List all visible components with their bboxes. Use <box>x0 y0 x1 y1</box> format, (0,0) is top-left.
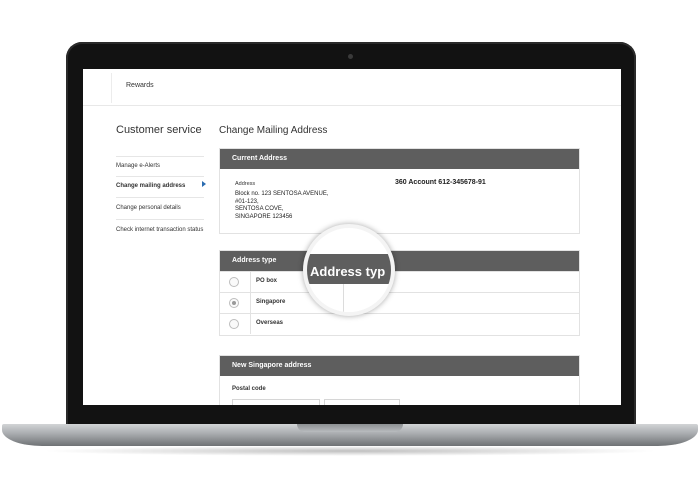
new-address-panel: New Singapore address Postal code <box>219 355 580 405</box>
postal-code-input[interactable] <box>232 399 320 405</box>
option-divider <box>250 314 251 334</box>
postal-code-label: Postal code <box>232 386 266 392</box>
sidebar-item-change-mailing-address[interactable]: Change mailing address <box>116 182 206 190</box>
nav-divider <box>111 73 112 103</box>
sidebar-divider <box>116 176 204 177</box>
sidebar-divider <box>116 219 204 220</box>
new-address-header: New Singapore address <box>220 356 579 376</box>
camera-icon <box>348 54 353 59</box>
magnified-row <box>307 284 391 312</box>
address-option-po-box[interactable]: PO box <box>220 271 579 292</box>
rewards-link[interactable]: Rewards <box>126 82 154 89</box>
address-option-overseas[interactable]: Overseas <box>220 313 579 334</box>
address-type-header: Address type <box>220 251 579 271</box>
option-divider <box>250 272 251 292</box>
current-address-panel: Current Address Address Block no. 123 SE… <box>219 148 580 234</box>
sidebar-divider <box>116 156 204 157</box>
radio-singapore[interactable] <box>229 298 239 308</box>
radio-overseas[interactable] <box>229 319 239 329</box>
sidebar-divider <box>116 197 204 198</box>
option-label: PO box <box>256 278 278 284</box>
sidebar-item-check-transaction-status[interactable]: Check internet transaction status <box>116 226 206 234</box>
option-label: Singapore <box>256 299 286 305</box>
current-address-header: Current Address <box>220 149 579 169</box>
sidebar-item-manage-e-alerts[interactable]: Manage e-Alerts <box>116 162 206 170</box>
laptop-notch <box>297 424 403 432</box>
address-label: Address <box>235 181 256 187</box>
address-option-singapore[interactable]: Singapore <box>220 292 579 313</box>
magnified-text: Address typ <box>310 264 386 279</box>
address-type-panel: Address type PO box Singapore Overseas <box>219 250 580 336</box>
magnified-divider <box>343 284 344 312</box>
find-address-button[interactable] <box>324 399 400 405</box>
sidebar-item-change-personal-details[interactable]: Change personal details <box>116 204 206 212</box>
page-title: Change Mailing Address <box>219 125 328 136</box>
magnifier-callout: Address typ <box>303 224 395 316</box>
option-divider <box>250 293 251 313</box>
laptop-shadow <box>40 446 660 456</box>
chevron-right-icon <box>202 181 206 187</box>
sidebar-title: Customer service <box>116 124 202 136</box>
current-address-text: Block no. 123 SENTOSA AVENUE, #01-123, S… <box>235 191 329 220</box>
radio-po-box[interactable] <box>229 277 239 287</box>
top-navigation: Rewards <box>83 69 621 106</box>
account-number: 360 Account 612-345678-91 <box>395 179 486 186</box>
option-label: Overseas <box>256 320 284 326</box>
